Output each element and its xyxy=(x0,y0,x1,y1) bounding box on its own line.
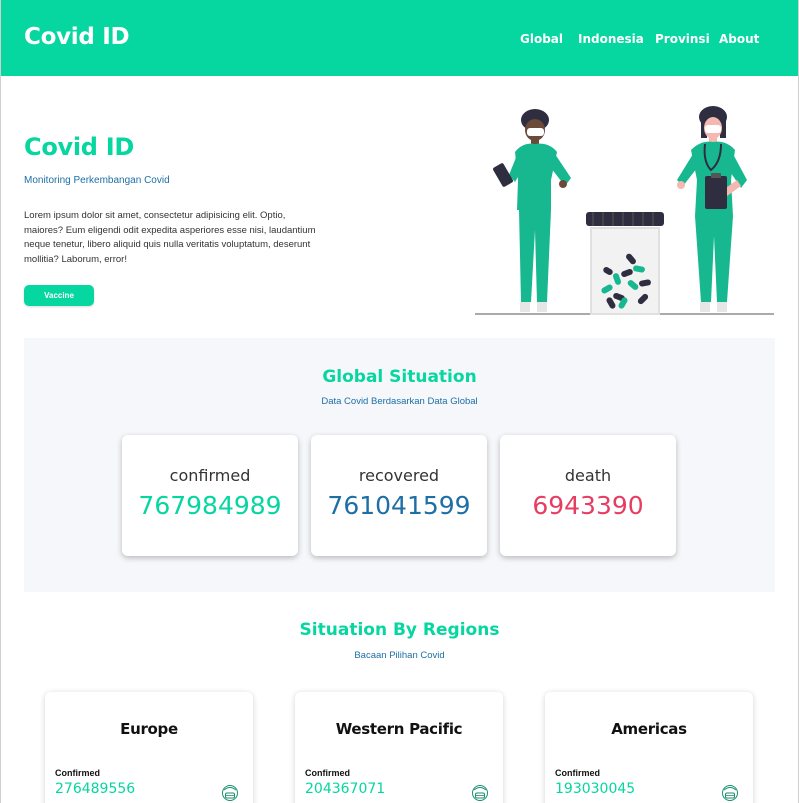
global-situation-section: Global Situation Data Covid Berdasarkan … xyxy=(24,338,775,592)
nurse-right-figure xyxy=(677,106,747,312)
recovered-stat-card: recovered 761041599 xyxy=(311,435,487,556)
recovered-label: recovered xyxy=(358,466,440,485)
regions-section-subtitle: Bacaan Pilihan Covid xyxy=(354,650,445,661)
global-section-subtitle: Data Covid Berdasarkan Data Global xyxy=(321,396,478,407)
death-value: 6943390 xyxy=(532,491,644,520)
nav-link-about[interactable]: About xyxy=(719,32,759,46)
masked-face-icon xyxy=(722,785,738,801)
hero-description: Lorem ipsum dolor sit amet, consectetur … xyxy=(24,210,316,265)
region-confirmed-label: Confirmed xyxy=(555,768,600,778)
hero-title: Covid ID xyxy=(24,133,134,161)
region-confirmed-value: 276489556 xyxy=(55,781,136,797)
region-card-europe[interactable]: Europe Confirmed 276489556 xyxy=(45,692,253,803)
region-confirmed-label: Confirmed xyxy=(305,768,350,778)
nav-link-global[interactable]: Global xyxy=(520,32,563,46)
brand-logo[interactable]: Covid ID xyxy=(24,24,130,50)
confirmed-label: confirmed xyxy=(169,466,251,485)
region-card-western-pacific[interactable]: Western Pacific Confirmed 204367071 xyxy=(295,692,503,803)
navbar: Covid ID Global Indonesia Provinsi About xyxy=(1,0,798,76)
region-name: Americas xyxy=(611,720,687,738)
hero-subtitle: Monitoring Perkembangan Covid xyxy=(24,175,170,186)
region-confirmed-label: Confirmed xyxy=(55,768,100,778)
global-section-title: Global Situation xyxy=(322,367,477,387)
nav-link-provinsi[interactable]: Provinsi xyxy=(655,32,710,46)
masked-face-icon xyxy=(472,785,488,801)
region-name: Western Pacific xyxy=(335,720,463,738)
regions-section-title: Situation By Regions xyxy=(299,620,500,640)
page: Covid ID Global Indonesia Provinsi About… xyxy=(0,0,799,803)
pill-jar xyxy=(586,212,664,315)
medical-staff-illustration xyxy=(475,106,774,315)
masked-face-icon xyxy=(222,785,238,801)
death-stat-card: death 6943390 xyxy=(500,435,676,556)
nav-link-indonesia[interactable]: Indonesia xyxy=(578,32,644,46)
nurse-left-figure xyxy=(493,109,571,312)
confirmed-value: 767984989 xyxy=(138,491,282,520)
region-name: Europe xyxy=(120,720,178,738)
vaccine-button[interactable]: Vaccine xyxy=(24,285,94,306)
death-label: death xyxy=(564,466,612,485)
region-confirmed-value: 204367071 xyxy=(305,781,386,797)
confirmed-stat-card: confirmed 767984989 xyxy=(122,435,298,556)
region-confirmed-value: 193030045 xyxy=(555,781,636,797)
region-card-americas[interactable]: Americas Confirmed 193030045 xyxy=(545,692,753,803)
recovered-value: 761041599 xyxy=(327,491,471,520)
